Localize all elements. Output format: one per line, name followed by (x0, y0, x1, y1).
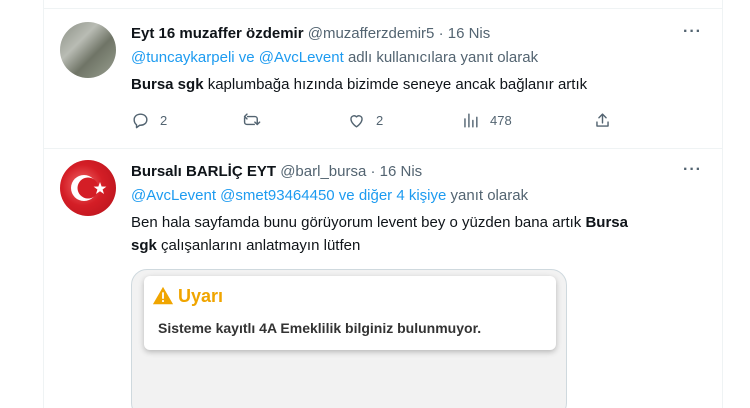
top-divider (43, 8, 723, 9)
like-count: 2 (376, 113, 384, 128)
more-options-icon[interactable]: ··· (683, 23, 702, 41)
text-part2: çalışanlarını anlatmayın lütfen (161, 237, 361, 254)
mention-link[interactable]: @AvcLevent @smet93464450 ve diğer 4 kişi… (131, 187, 446, 204)
tweet-divider (43, 148, 723, 149)
views-button[interactable]: 478 (461, 111, 512, 130)
bold-text: Bursa sgk (131, 76, 204, 93)
reply-count: 2 (160, 113, 168, 128)
bold-text: sgk (131, 237, 157, 254)
display-name[interactable]: Bursalı BARLİÇ EYT (131, 163, 276, 180)
display-name[interactable]: Eyt 16 muzaffer özdemir (131, 25, 304, 42)
bold-text: Bursa (585, 214, 628, 231)
user-handle[interactable]: @barl_bursa (280, 163, 366, 180)
retweet-icon (243, 113, 261, 126)
reply-icon (133, 113, 148, 129)
tweet-actions: 2 2 478 (131, 111, 611, 133)
warning-dialog: Uyarı Sisteme kayıtlı 4A Emeklilik bilgi… (144, 276, 556, 350)
tweet-time[interactable]: 16 Nis (380, 163, 423, 180)
flag-crescent-icon (71, 175, 107, 201)
tweet-text: Ben hala sayfamda bunu görüyorum levent … (131, 211, 711, 257)
user-handle[interactable]: @muzafferzdemir5 (308, 25, 435, 42)
text-part1: Ben hala sayfamda bunu görüyorum levent … (131, 214, 582, 231)
retweet-button[interactable] (243, 111, 272, 130)
avatar[interactable] (60, 160, 116, 216)
view-count: 478 (490, 113, 512, 128)
heart-icon (350, 115, 363, 128)
share-button[interactable] (593, 111, 622, 130)
reply-suffix: yanıt olarak (450, 187, 529, 204)
separator: · (438, 25, 444, 42)
tweet-text: Bursa sgk kaplumbağa hızında bizimde sen… (131, 73, 711, 96)
warning-icon (152, 286, 174, 305)
tweet-header: Bursalı BARLİÇ EYT @barl_bursa · 16 Nis (131, 163, 422, 180)
reply-button[interactable]: 2 (131, 111, 167, 130)
share-icon (596, 113, 609, 127)
reply-context: @tuncaykarpeli ve @AvcLevent adlı kullan… (131, 49, 538, 66)
more-options-icon[interactable]: ··· (683, 161, 702, 179)
warning-title: Uyarı (178, 286, 224, 306)
avatar[interactable] (60, 22, 116, 78)
like-button[interactable]: 2 (347, 111, 383, 130)
views-icon (464, 113, 478, 128)
mention-link[interactable]: @tuncaykarpeli ve @AvcLevent (131, 49, 344, 66)
reply-context: @AvcLevent @smet93464450 ve diğer 4 kişi… (131, 187, 528, 204)
tweet-image[interactable]: Uyarı Sisteme kayıtlı 4A Emeklilik bilgi… (131, 269, 567, 408)
warning-message: Sisteme kayıtlı 4A Emeklilik bilginiz bu… (158, 320, 482, 336)
separator: · (370, 163, 376, 180)
tweet-time[interactable]: 16 Nis (448, 25, 491, 42)
text-rest: kaplumbağa hızında bizimde seneye ancak … (207, 76, 588, 93)
tweet-header: Eyt 16 muzaffer özdemir @muzafferzdemir5… (131, 25, 490, 42)
reply-suffix: adlı kullanıcılara yanıt olarak (347, 49, 539, 66)
